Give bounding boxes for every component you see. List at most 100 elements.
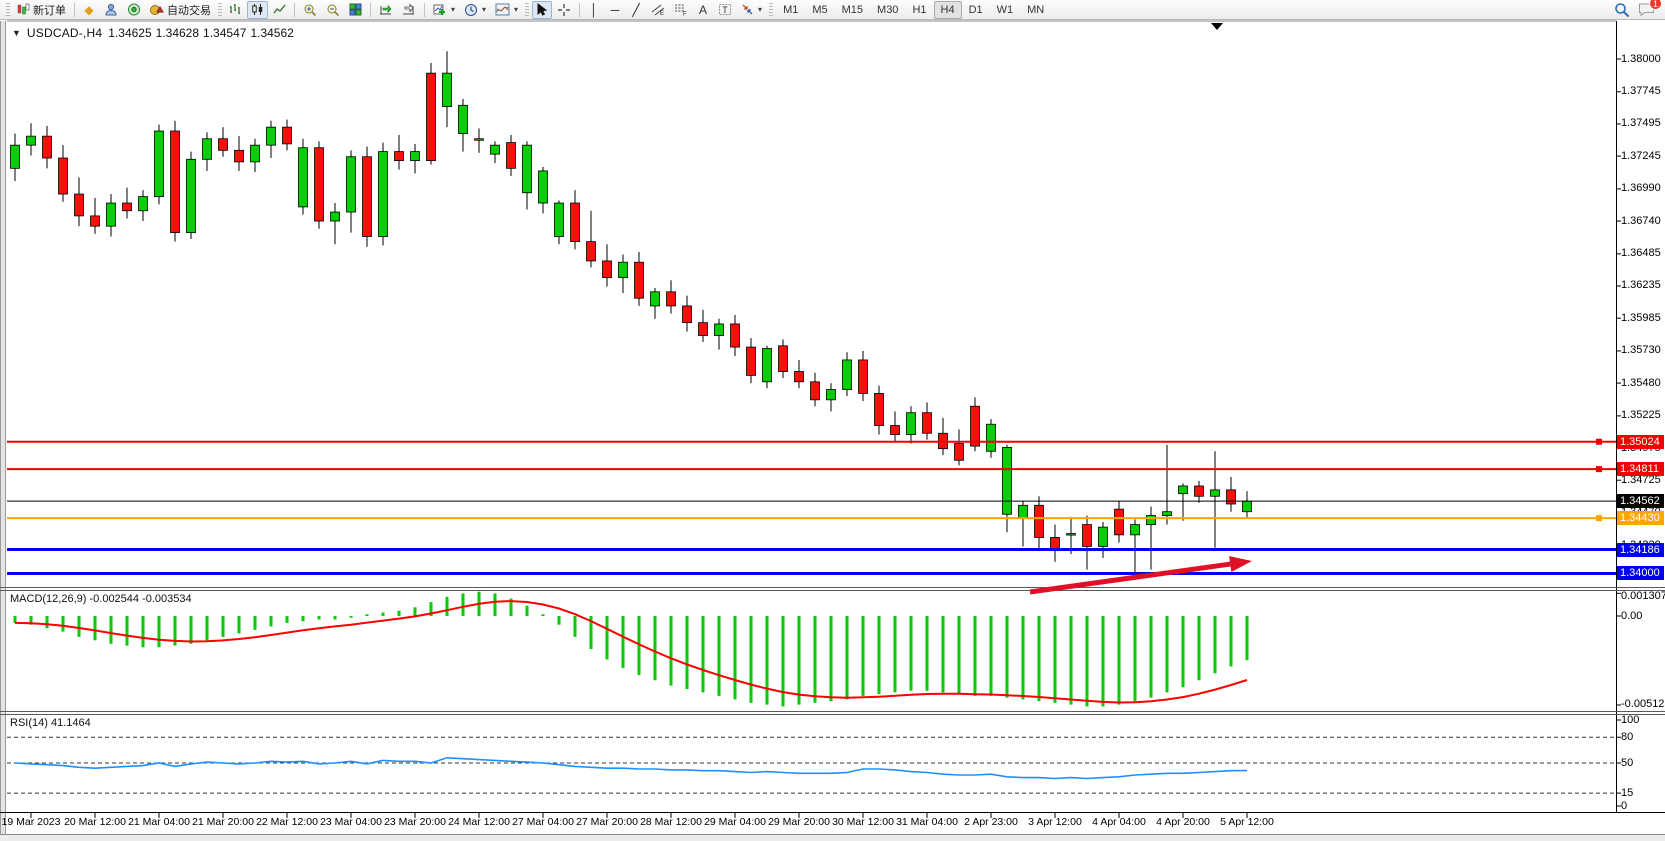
fibonacci-icon: F xyxy=(674,3,688,16)
chart-title[interactable]: ▼ USDCAD-,H4 1.34625 1.34628 1.34547 1.3… xyxy=(12,26,294,40)
rsi-label[interactable]: RSI(14) 41.1464 xyxy=(10,717,91,729)
rsi-value: 41.1464 xyxy=(51,717,91,729)
timeframe-button-m1[interactable]: M1 xyxy=(776,1,805,19)
crosshair-button[interactable] xyxy=(553,1,575,19)
bar-chart-button[interactable] xyxy=(225,1,246,19)
auto-trading-icon xyxy=(150,3,164,16)
svg-text:E: E xyxy=(660,11,664,16)
window-left-edge xyxy=(0,21,6,834)
zoom-out-icon xyxy=(326,3,340,17)
trendline-button[interactable]: ╱ xyxy=(626,1,646,19)
toolbar-separator xyxy=(294,3,295,17)
zoom-in-button[interactable] xyxy=(299,1,321,19)
open-value: 1.34625 xyxy=(108,26,151,40)
timeframe-button-m15[interactable]: M15 xyxy=(835,1,870,19)
toolbar-grip[interactable] xyxy=(769,3,773,17)
zoom-in-icon xyxy=(303,3,317,17)
text-label-button[interactable]: T xyxy=(714,1,736,19)
timeframe-button-mn[interactable]: MN xyxy=(1020,1,1051,19)
trendline-icon: ╱ xyxy=(632,4,639,16)
timeframe-button-m5[interactable]: M5 xyxy=(805,1,834,19)
mt4-terminal: { "toolbar": { "new_order": "新订单", "auto… xyxy=(0,0,1665,841)
crosshair-icon xyxy=(557,3,571,17)
auto-scroll-button[interactable] xyxy=(375,1,397,19)
symbol-period-label: USDCAD-,H4 xyxy=(27,26,102,40)
indicators-button[interactable]: ▾ xyxy=(429,1,459,19)
svg-text:F: F xyxy=(683,12,687,17)
arrows-icon xyxy=(741,3,754,16)
diamond-icon: ◆ xyxy=(84,4,93,16)
chart-shift-button[interactable] xyxy=(398,1,420,19)
template-icon xyxy=(495,3,510,16)
market-watch-button[interactable]: ◆ xyxy=(79,1,99,19)
data-window-button[interactable] xyxy=(100,1,122,19)
rsi-name: RSI(14) xyxy=(10,717,48,729)
fibonacci-button[interactable]: F xyxy=(670,1,692,19)
text-icon: A xyxy=(699,4,707,16)
chevron-down-icon: ▾ xyxy=(482,5,486,14)
timeframe-button-w1[interactable]: W1 xyxy=(990,1,1021,19)
low-value: 1.34547 xyxy=(203,26,246,40)
window-bottom-edge xyxy=(0,834,1665,841)
timeframe-toolbar: M1M5M15M30H1H4D1W1MN xyxy=(776,1,1051,19)
macd-pane[interactable] xyxy=(7,590,1616,711)
periods-button[interactable]: ▾ xyxy=(460,1,490,19)
add-indicator-icon xyxy=(433,3,447,16)
templates-button[interactable]: ▾ xyxy=(491,1,522,19)
horizontal-line-button[interactable]: ─ xyxy=(605,1,625,19)
toolbar-grip[interactable] xyxy=(218,3,222,17)
auto-trading-label: 自动交易 xyxy=(167,2,211,18)
main-toolbar: 新订单 ◆ 自动交易 ▾ ▾ xyxy=(0,0,1665,20)
toolbar-separator xyxy=(424,3,425,17)
arrows-button[interactable]: ▾ xyxy=(737,1,766,19)
timeframe-button-h1[interactable]: H1 xyxy=(905,1,933,19)
new-order-button[interactable]: 新订单 xyxy=(13,1,70,19)
line-chart-button[interactable] xyxy=(269,1,290,19)
clock-icon xyxy=(464,3,478,17)
text-button[interactable]: A xyxy=(693,1,713,19)
cursor-arrow-icon xyxy=(536,3,548,16)
close-value: 1.34562 xyxy=(250,26,293,40)
macd-signal-value: -0.003534 xyxy=(142,593,192,605)
chevron-down-icon: ▾ xyxy=(451,5,455,14)
toolbar-separator xyxy=(579,3,580,17)
channel-icon: E xyxy=(651,3,665,16)
bar-chart-icon xyxy=(229,3,242,16)
search-icon[interactable] xyxy=(1614,2,1630,18)
timeframe-button-m30[interactable]: M30 xyxy=(870,1,905,19)
notifications-button[interactable]: 1 xyxy=(1638,2,1655,17)
text-label-icon: T xyxy=(718,3,732,16)
toolbar-grip[interactable] xyxy=(6,3,10,17)
equidistant-channel-button[interactable]: E xyxy=(647,1,669,19)
toolbar-right-group: 1 xyxy=(1614,2,1661,18)
auto-trading-button[interactable]: 自动交易 xyxy=(146,1,215,19)
main-chart-pane[interactable] xyxy=(7,21,1616,587)
strategy-tester-button[interactable] xyxy=(123,1,145,19)
tile-windows-button[interactable] xyxy=(345,1,366,19)
auto-scroll-icon xyxy=(379,3,393,16)
profile-icon xyxy=(104,3,118,16)
new-order-label: 新订单 xyxy=(33,2,66,18)
toolbar-separator xyxy=(370,3,371,17)
candlestick-icon xyxy=(251,3,264,16)
candlestick-chart-button[interactable] xyxy=(247,1,268,19)
zoom-out-button[interactable] xyxy=(322,1,344,19)
chart-shift-icon xyxy=(402,3,416,16)
notification-count-badge: 1 xyxy=(1649,0,1662,10)
toolbar-grip[interactable] xyxy=(525,3,529,17)
vertical-line-icon: │ xyxy=(590,4,598,16)
macd-main-value: -0.002544 xyxy=(89,593,139,605)
cursor-button[interactable] xyxy=(532,1,552,19)
new-order-icon xyxy=(17,3,30,16)
high-value: 1.34628 xyxy=(156,26,199,40)
horizontal-line-icon: ─ xyxy=(611,4,620,16)
rsi-pane[interactable] xyxy=(7,714,1616,812)
broadcast-icon xyxy=(127,3,141,16)
timeframe-button-h4[interactable]: H4 xyxy=(934,1,962,19)
timeframe-button-d1[interactable]: D1 xyxy=(962,1,990,19)
vertical-line-button[interactable]: │ xyxy=(584,1,604,19)
chevron-down-icon: ▾ xyxy=(758,5,762,14)
tile-windows-icon xyxy=(349,3,362,16)
macd-label[interactable]: MACD(12,26,9) -0.002544 -0.003534 xyxy=(10,593,192,605)
chevron-down-icon: ▼ xyxy=(12,28,21,38)
